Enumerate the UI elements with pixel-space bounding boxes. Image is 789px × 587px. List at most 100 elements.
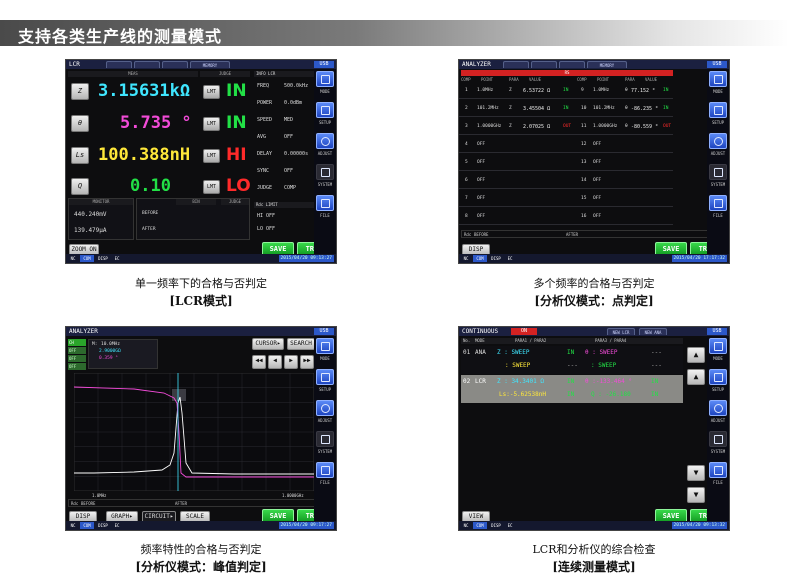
cursor-button[interactable]: CURSOR▸ [252, 338, 284, 350]
cursor-right-button[interactable]: ▶ [284, 355, 298, 369]
row-p1: Z : SWEEP [497, 349, 530, 356]
param-q-button[interactable]: Q [71, 178, 89, 195]
rs-label: RS [564, 70, 570, 75]
scroll-down-2-button[interactable]: ▼ [687, 487, 705, 503]
status-nc: NC [463, 256, 469, 261]
cell-n2: 14 [581, 178, 587, 183]
tab-1[interactable] [503, 61, 529, 68]
info-delay-value: 0.00000s [284, 151, 309, 157]
scroll-down-button[interactable]: ▼ [687, 465, 705, 481]
mode-button[interactable] [316, 338, 334, 354]
cursor-left-button[interactable]: ◀ [268, 355, 282, 369]
caption-line2: [LCR模式] [169, 294, 233, 308]
table-row-selected[interactable]: 02 LCR Z : 34.3401 Ω IN θ :-133.464 ° IN… [461, 375, 683, 403]
monitor-voltage: 440.240mV [74, 211, 107, 218]
cell-n: 1 [465, 88, 468, 93]
system-button[interactable] [316, 431, 334, 447]
screen-title: CONTINUOUS [462, 328, 499, 335]
lcr-mode-screen: LCR MEMORY USB MEAS JUDGE INFO LCR Z 3.1… [65, 59, 337, 264]
file-icon [714, 199, 723, 208]
system-label: SYSTEM [710, 182, 726, 187]
row-p4: : SWEEP [591, 362, 617, 369]
caption-line2: [分析仪模式：点判定] [534, 294, 654, 308]
tab-3[interactable] [162, 61, 188, 68]
lmt-button-ls[interactable]: LMT [203, 149, 220, 163]
lmt-button-z[interactable]: LMT [203, 85, 220, 99]
col-mode: MODE [475, 338, 485, 343]
param-z-button[interactable]: Z [71, 83, 89, 100]
info-avg-value: OFF [284, 134, 294, 140]
mode-icon [321, 75, 330, 84]
table-row[interactable]: 01 ANA Z : SWEEP IN θ : SWEEP --- : SWEE… [461, 346, 683, 374]
info-speed-key: SPEED [257, 117, 273, 123]
datetime: 2015/04/20 09:13:32 [671, 522, 727, 529]
tab-3[interactable] [559, 61, 585, 68]
tab-memory[interactable]: MEMORY [587, 61, 627, 68]
mode-label: MODE [320, 89, 330, 94]
cell-n2: 13 [581, 160, 587, 165]
tab-memory[interactable]: MEMORY [190, 61, 230, 68]
left-icon: ◀ [273, 357, 277, 364]
cursor-right-fast-button[interactable]: ▶▶ [300, 355, 314, 369]
analyzer-peak-screen: ANALYZER USB CH OFF OFF OFF M: 10.0MHz 2… [65, 326, 337, 531]
cursor-left-fast-button[interactable]: ◀◀ [252, 355, 266, 369]
caption-point: 多个频率的合格与否判定 [分析仪模式：点判定] [458, 276, 730, 310]
tab-2[interactable] [134, 61, 160, 68]
frequency-plot[interactable] [74, 373, 314, 491]
rdc-label: Rdc [71, 501, 79, 506]
status-com: COM [80, 255, 94, 262]
col-header: VALUE [645, 77, 658, 82]
system-button[interactable] [709, 431, 727, 447]
caption-line1: 多个频率的合格与否判定 [533, 277, 655, 290]
lmt-button-q[interactable]: LMT [203, 180, 220, 194]
lmt-button-theta[interactable]: LMT [203, 117, 220, 131]
tab-new-ana[interactable]: NEW ANA [639, 328, 667, 335]
param-theta-button[interactable]: θ [71, 115, 89, 132]
mode-button[interactable] [316, 71, 334, 87]
tab-new-lcr[interactable]: NEW LCR [607, 328, 635, 335]
tab-2[interactable] [531, 61, 557, 68]
file-button[interactable] [316, 195, 334, 211]
cell-val: 3.45504 Ω [523, 106, 551, 112]
system-button[interactable] [316, 164, 334, 180]
legend-4: OFF [68, 363, 86, 370]
mode-button[interactable] [709, 71, 727, 87]
mode-icon [321, 342, 330, 351]
caption-line2: [分析仪模式：峰值判定] [135, 560, 267, 574]
setup-button[interactable] [316, 102, 334, 118]
status-bar: NC COM DISP EC 2015/04/20 17:17:32 [459, 254, 729, 263]
cell-pt: OFF [477, 142, 486, 147]
scroll-up-button[interactable]: ▲ [687, 347, 705, 363]
file-button[interactable] [709, 462, 727, 478]
legend-2: OFF [68, 347, 86, 354]
search-button[interactable]: SEARCH [287, 338, 315, 350]
adjust-button[interactable] [709, 400, 727, 416]
file-button[interactable] [316, 462, 334, 478]
row-j3: IN [651, 378, 659, 385]
adjust-button[interactable] [709, 133, 727, 149]
row-j2: --- [567, 362, 578, 369]
col-para12: PARA1 / PARA2 [515, 338, 547, 343]
adjust-button[interactable] [316, 400, 334, 416]
system-button[interactable] [709, 164, 727, 180]
status-disp: DISP [98, 523, 108, 528]
setup-button[interactable] [316, 369, 334, 385]
adjust-button[interactable] [316, 133, 334, 149]
meas-value-q: 0.10 [130, 176, 171, 196]
file-button[interactable] [709, 195, 727, 211]
datetime: 2015/04/20 09:17:27 [278, 522, 334, 529]
system-icon [321, 168, 330, 177]
status-nc: NC [463, 523, 469, 528]
setup-button[interactable] [709, 102, 727, 118]
scroll-up-2-button[interactable]: ▲ [687, 369, 705, 385]
setup-button[interactable] [709, 369, 727, 385]
param-ls-button[interactable]: Ls [71, 147, 89, 164]
mode-button[interactable] [709, 338, 727, 354]
rdc-row: Rdc BEFORE AFTER [68, 499, 316, 507]
cell-n2: 9 [581, 88, 584, 93]
info-power-key: POWER [257, 100, 273, 106]
cell-val2: -80.559 ° [631, 124, 659, 130]
tab-1[interactable] [106, 61, 132, 68]
section-banner: 支持各类生产线的测量模式 [0, 20, 789, 46]
row-p3: θ :-133.464 ° [585, 378, 632, 385]
